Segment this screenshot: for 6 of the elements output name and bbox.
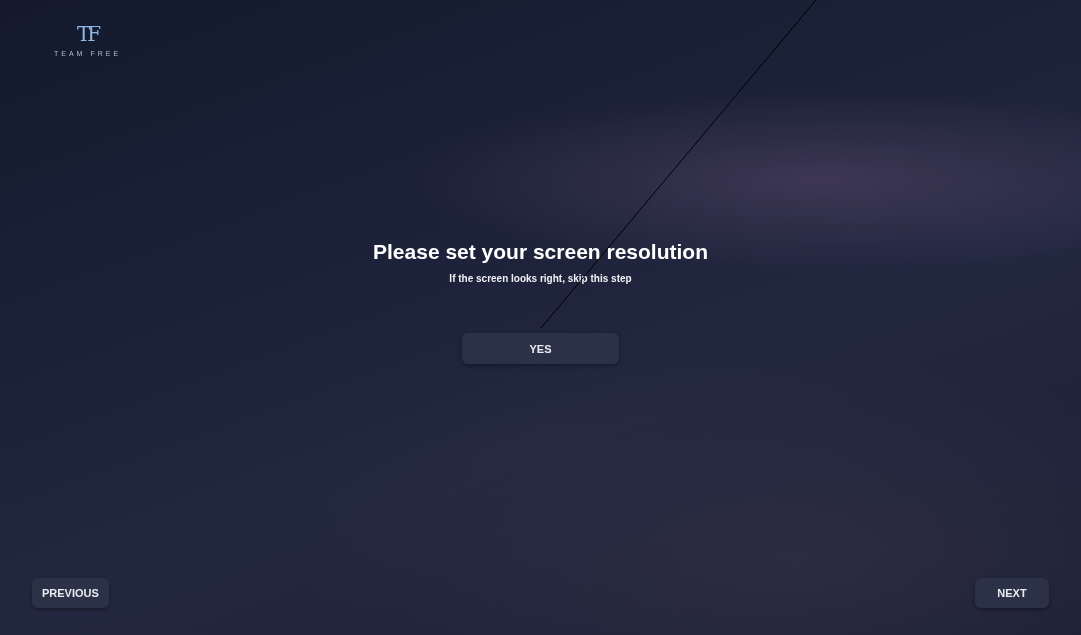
logo-mark: TF	[76, 22, 99, 46]
subheading: If the screen looks right, skip this step	[449, 273, 632, 284]
next-button[interactable]: NEXT	[975, 578, 1049, 608]
yes-button[interactable]: YES	[462, 333, 619, 364]
previous-button[interactable]: PREVIOUS	[32, 578, 109, 608]
heading: Please set your screen resolution	[373, 239, 708, 265]
